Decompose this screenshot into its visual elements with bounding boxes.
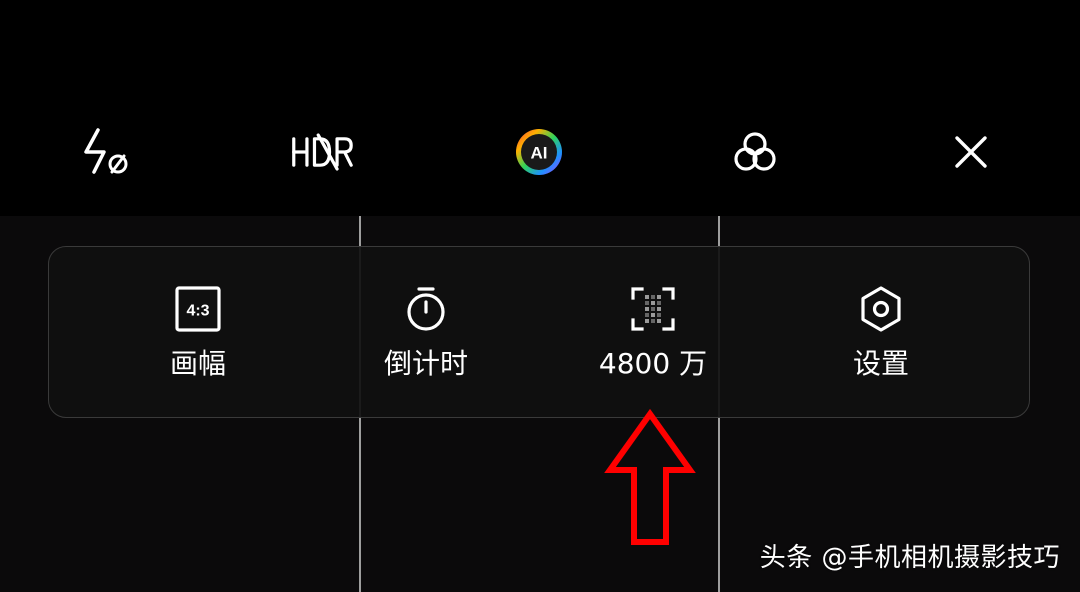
aspect-ratio-icon-text: 4:3 xyxy=(186,303,209,320)
settings-item[interactable]: 设置 xyxy=(806,277,956,397)
ai-mode-button[interactable]: AI xyxy=(507,120,571,184)
camera-screen: AI 4:3 画幅 倒计时 4800 万 设置 头条 @手机相机摄影技巧 xyxy=(0,0,1080,592)
aspect-ratio-item[interactable]: 4:3 画幅 xyxy=(123,277,273,397)
settings-hex-icon xyxy=(855,283,907,335)
flash-toggle-button[interactable] xyxy=(76,120,140,184)
resolution-label: 4800 万 xyxy=(598,347,708,380)
close-button[interactable] xyxy=(939,120,1003,184)
filter-circles-icon xyxy=(734,132,776,171)
close-icon xyxy=(955,136,987,168)
hdr-toggle-button[interactable] xyxy=(290,120,354,184)
timer-icon xyxy=(400,283,452,335)
resolution-grid-icon xyxy=(627,283,679,335)
watermark-text: 头条 @手机相机摄影技巧 xyxy=(759,543,1060,573)
aspect-ratio-label: 画幅 xyxy=(169,347,226,380)
timer-label: 倒计时 xyxy=(383,347,468,380)
resolution-item[interactable]: 4800 万 xyxy=(578,277,728,397)
aspect-ratio-icon: 4:3 xyxy=(172,283,224,335)
ai-icon-text: AI xyxy=(531,144,548,163)
settings-label: 设置 xyxy=(852,347,909,380)
ai-icon: AI xyxy=(516,129,562,175)
hdr-off-icon xyxy=(292,133,353,171)
filters-button[interactable] xyxy=(723,120,787,184)
flash-off-icon xyxy=(84,128,128,174)
quick-settings-panel: 4:3 画幅 倒计时 4800 万 设置 xyxy=(48,246,1030,418)
red-arrow-annotation xyxy=(604,408,696,545)
camera-top-toolbar: AI xyxy=(0,0,1080,216)
timer-item[interactable]: 倒计时 xyxy=(351,277,501,397)
